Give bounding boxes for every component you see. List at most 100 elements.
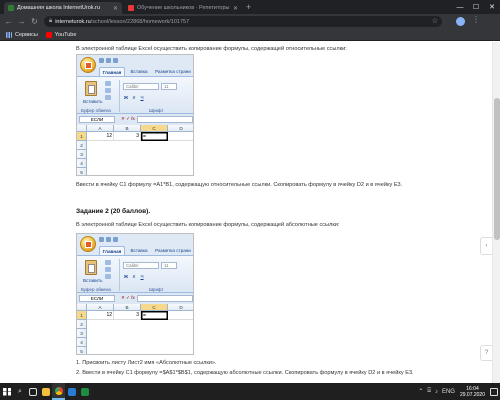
row-header: 1	[77, 132, 87, 141]
cell-b1: 3	[114, 311, 141, 320]
formula-bar-icons: ✕ ✓ fx	[121, 116, 135, 121]
row-header: 3	[77, 329, 87, 338]
tab-interneturok[interactable]: Домашняя школа InternetUrok.ru ✕	[4, 2, 122, 14]
app-icon-blue[interactable]	[65, 383, 78, 400]
tab-close-icon[interactable]: ✕	[111, 5, 118, 12]
start-button[interactable]	[0, 383, 14, 400]
side-help-button[interactable]: ?	[480, 345, 492, 361]
column-header: A	[87, 125, 114, 132]
task2-intro: В электронной таблице Excel осуществить …	[76, 222, 340, 228]
cell-a1: 12	[87, 132, 114, 141]
excel-ribbon: Вставить Calibri 11 Ж К Ч Буфер обмена Ш…	[77, 76, 193, 114]
column-header: A	[87, 304, 114, 311]
browser-menu-icon[interactable]: ⋮	[472, 15, 480, 24]
bookmark-services[interactable]: Сервисы	[6, 31, 38, 38]
excel-screenshot-1: Главная Вставка Разметка страни Вставить…	[76, 54, 194, 176]
cell-d1	[168, 132, 193, 141]
page-scrollbar[interactable]	[492, 42, 500, 383]
network-icon[interactable]: ⌸	[427, 388, 431, 395]
task2-heading: Задание 2 (20 баллов).	[76, 208, 151, 215]
quick-access-toolbar	[99, 237, 129, 242]
cell-c1-active: =	[141, 132, 168, 141]
system-tray: ⌃ ⌸ ♪ ENG 16:04 29.07.2020	[414, 383, 498, 400]
cell-a1: 12	[87, 311, 114, 320]
apps-icon	[6, 31, 12, 38]
site-favicon-icon	[8, 5, 14, 11]
copy-icon	[105, 88, 111, 93]
notifications-icon[interactable]	[490, 387, 498, 396]
clock-date: 29.07.2020	[459, 391, 485, 398]
maximize-icon[interactable]: ☐	[468, 0, 484, 14]
excel-screenshot-2: Главная Вставка Разметка страни Вставить…	[76, 233, 194, 355]
side-expand-button[interactable]: ‹	[480, 237, 492, 255]
bookmark-star-icon[interactable]: ☆	[432, 17, 438, 25]
app-icon-green[interactable]	[78, 383, 91, 400]
ribbon-tab-home: Главная	[99, 67, 125, 76]
bookmark-label: Сервисы	[15, 31, 38, 38]
font-size-box: 11	[161, 262, 177, 269]
scrollbar-thumb[interactable]	[494, 98, 500, 240]
format-painter-icon	[105, 95, 111, 100]
volume-icon[interactable]: ♪	[435, 389, 438, 395]
file-explorer-icon[interactable]	[39, 383, 52, 400]
task-view-icon[interactable]	[26, 383, 39, 400]
cut-icon	[105, 81, 111, 86]
chrome-app-icon[interactable]	[52, 383, 65, 400]
task1-intro: В электронной таблице Excel осуществить …	[76, 46, 347, 52]
copy-icon	[105, 267, 111, 272]
formula-bar	[137, 116, 193, 123]
row-header: 3	[77, 150, 87, 159]
task1-instruction: Ввести в ячейку C1 формулу =A1*B1, содер…	[76, 182, 403, 188]
ribbon-tab-home: Главная	[99, 246, 125, 255]
url-path: /school/lesson/22868/homework/101757	[90, 18, 190, 25]
group-divider	[119, 80, 120, 112]
minimize-icon[interactable]: —	[452, 0, 468, 14]
row-header: 5	[77, 168, 87, 175]
worksheet-grid: A B C D 1 2 3 4 5 12 3 =	[77, 125, 193, 175]
language-indicator[interactable]: ENG	[442, 389, 455, 395]
group-clipboard-label: Буфер обмена	[81, 287, 111, 292]
profile-avatar[interactable]	[456, 17, 465, 26]
back-icon[interactable]: ←	[3, 16, 14, 27]
bookmark-youtube[interactable]: YouTube	[45, 31, 76, 38]
close-window-icon[interactable]: ✕	[484, 0, 500, 14]
tab-title: Домашняя школа InternetUrok.ru	[17, 5, 100, 11]
browser-tab-bar: Домашняя школа InternetUrok.ru ✕ Обучени…	[0, 0, 500, 14]
new-tab-button[interactable]: +	[246, 2, 251, 12]
bold-button: Ж	[123, 94, 129, 100]
tab-title: Обучение школьников · Репетиторы	[137, 5, 230, 11]
task2-item-2: 2. Ввести в ячейку C1 формулу =$A$1*$B$1…	[76, 370, 414, 376]
site-favicon-icon	[128, 5, 134, 11]
chevron-up-icon[interactable]: ⌃	[418, 388, 423, 395]
quick-access-toolbar	[99, 58, 129, 63]
row-header: 5	[77, 347, 87, 354]
row-header: 2	[77, 320, 87, 329]
search-icon[interactable]: ⌕	[14, 383, 26, 400]
cell-d1	[168, 311, 193, 320]
cut-icon	[105, 260, 111, 265]
excel-title-area: Главная Вставка Разметка страни	[77, 234, 193, 256]
tab-close-icon[interactable]: ✕	[231, 5, 238, 12]
group-clipboard-label: Буфер обмена	[81, 108, 111, 113]
address-bar[interactable]: 🔒︎ interneturok.ru /school/lesson/22868/…	[44, 16, 442, 27]
reload-icon[interactable]: ↻	[29, 16, 40, 27]
column-header: D	[168, 125, 193, 132]
worksheet-grid: A B C D 1 2 3 4 5 12 3 =	[77, 304, 193, 354]
page-content: В электронной таблице Excel осуществить …	[0, 42, 492, 383]
formula-bar-icons: ✕ ✓ fx	[121, 295, 135, 300]
row-header: 1	[77, 311, 87, 320]
windows-taskbar: ⌕ ⌃ ⌸ ♪ ENG 16:04 29.07.2020	[0, 383, 500, 400]
column-header: B	[114, 125, 141, 132]
windows-logo-icon	[3, 387, 11, 396]
ribbon-tab-insert: Вставка	[130, 248, 148, 253]
ribbon-tab-page-layout: Разметка страни	[155, 248, 191, 253]
paste-icon	[85, 81, 97, 96]
column-header: C	[141, 125, 168, 132]
row-header: 2	[77, 141, 87, 150]
lock-icon: 🔒︎	[49, 18, 53, 24]
clock[interactable]: 16:04 29.07.2020	[460, 386, 485, 398]
tab-second[interactable]: Обучение школьников · Репетиторы ✕	[124, 2, 242, 14]
excel-ribbon: Вставить Calibri 11 Ж К Ч Буфер обмена Ш…	[77, 255, 193, 293]
forward-icon[interactable]: →	[16, 16, 27, 27]
row-header: 4	[77, 159, 87, 168]
